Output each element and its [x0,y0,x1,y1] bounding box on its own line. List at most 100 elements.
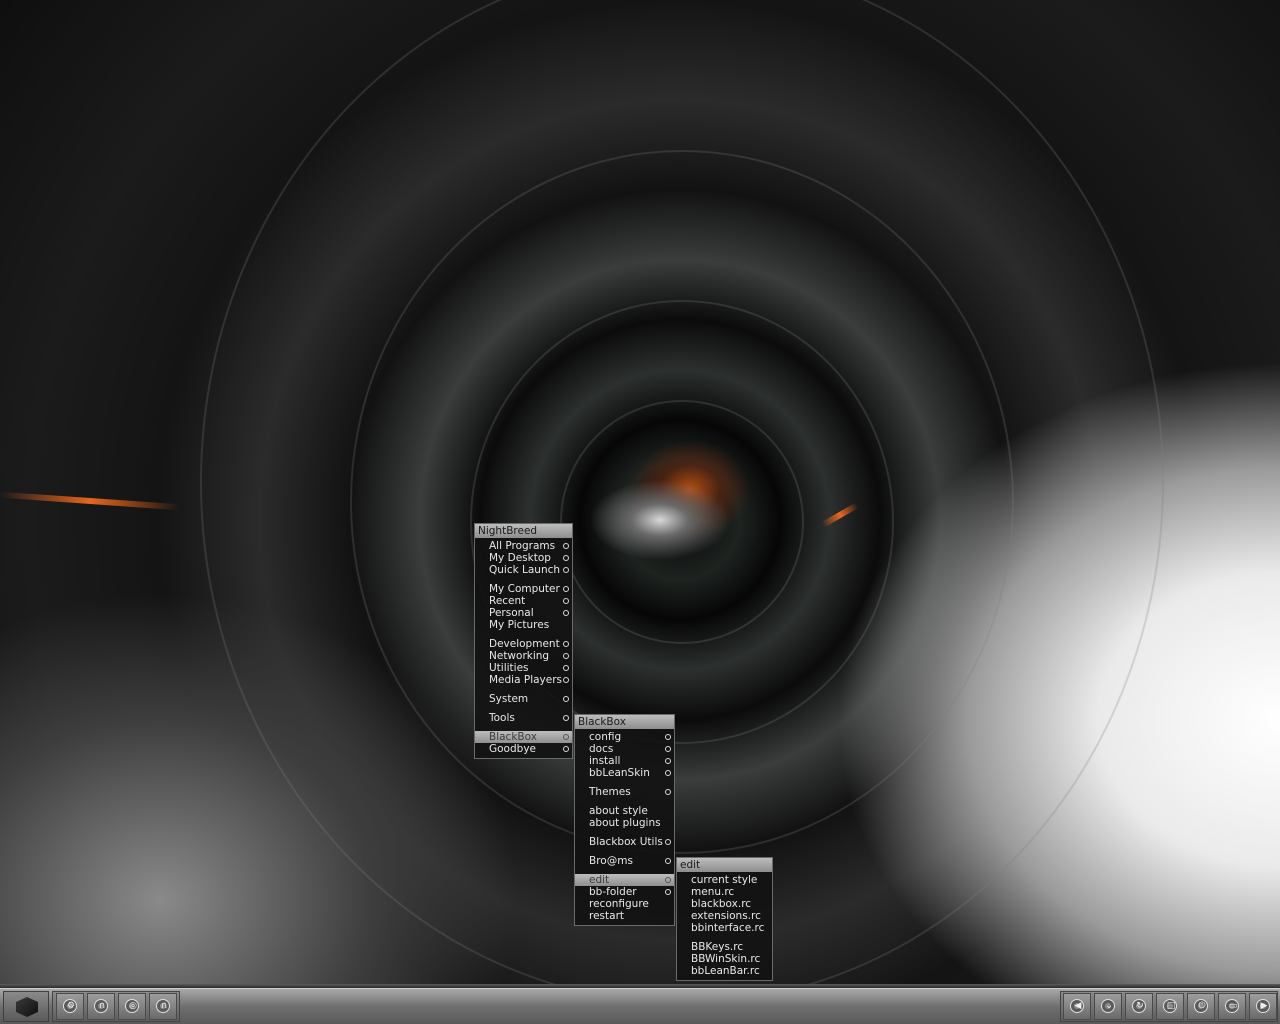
menu-item-bb-folder[interactable]: bb-folder [575,886,674,898]
submenu-arrow-icon [563,677,569,683]
menu-item-restart[interactable]: restart [575,910,674,922]
wallpaper-glow [0,491,180,511]
menu-item-docs[interactable]: docs [575,743,674,755]
menu-item-label: restart [589,910,625,922]
menu-item-label: reconfigure [589,898,649,910]
menu-item-my-pictures[interactable]: My Pictures [475,619,572,631]
monitor-icon-glyph: ▭ [1228,1001,1238,1011]
menu-separator [475,686,572,693]
menu-item-my-computer[interactable]: My Computer [475,583,572,595]
menu-item-current-style[interactable]: current style [677,874,772,886]
menu-item-bbleanbar-rc[interactable]: bbLeanBar.rc [677,965,772,977]
refresh-icon-glyph: ↻ [1136,1001,1144,1011]
menu-item-about-plugins[interactable]: about plugins [575,817,674,829]
menu-item-themes[interactable]: Themes [575,786,674,798]
menu-item-blackbox-utils[interactable]: Blackbox Utils [575,836,674,848]
root-menu: NightBreed All Programs My Desktop Quick L… [474,523,573,759]
menu-item-label: bbLeanSkin [589,767,650,779]
menu-item-label: My Pictures [489,619,550,631]
down-chevron-button[interactable]: ⌄ [1094,993,1122,1020]
menu-item-blackbox-rc[interactable]: blackbox.rc [677,898,772,910]
edit-submenu-body: current style menu.rc blackbox.rc extension… [677,872,772,980]
menu-item-development[interactable]: Development [475,638,572,650]
power-icon-glyph: ⏻ [1198,1001,1206,1011]
wallpaper-ring [560,400,804,644]
menu-item-personal[interactable]: Personal [475,607,572,619]
menu-item-my-desktop[interactable]: My Desktop [475,552,572,564]
menu-item-bro-ms[interactable]: Bro@ms [575,855,674,867]
submenu-arrow-icon [665,734,671,740]
menu-item-label: menu.rc [691,886,735,898]
menu-item-all-programs[interactable]: All Programs [475,540,572,552]
arch-icon-glyph: ∩ [98,1001,106,1011]
arch-button[interactable]: ∩ [87,993,115,1020]
menu-item-extensions-rc[interactable]: extensions.rc [677,910,772,922]
left-button-group: ⚙ ∩ ◎ ∩ [52,991,180,1022]
menu-separator [677,934,772,941]
submenu-arrow-icon [665,770,671,776]
menu-item-label: Recent [489,595,526,607]
gear-button[interactable]: ⚙ [56,993,84,1020]
menu-item-label: edit [589,874,610,886]
play-forward-button[interactable]: ▶ [1249,993,1277,1020]
monitor-button[interactable]: ▭ [1218,993,1246,1020]
menu-item-media-players[interactable]: Media Players [475,674,572,686]
blackbox-cube-icon [16,997,38,1017]
headphones-button[interactable]: ∩ [149,993,177,1020]
menu-item-goodbye[interactable]: Goodbye [475,743,572,755]
root-menu-title[interactable]: NightBreed [475,524,572,538]
menu-item-label: about style [589,805,648,817]
menu-item-system[interactable]: System [475,693,572,705]
refresh-button[interactable]: ↻ [1125,993,1153,1020]
play-forward-icon-glyph: ▶ [1260,1001,1268,1011]
submenu-arrow-icon [563,543,569,549]
power-button[interactable]: ⏻ [1187,993,1215,1020]
menu-item-reconfigure[interactable]: reconfigure [575,898,674,910]
submenu-arrow-icon [665,839,671,845]
target-button[interactable]: ◎ [118,993,146,1020]
menu-item-label: All Programs [489,540,556,552]
menu-item-networking[interactable]: Networking [475,650,572,662]
submenu-arrow-icon [563,641,569,647]
menu-item-bbinterface-rc[interactable]: bbinterface.rc [677,922,772,934]
blackbox-submenu: BlackBox config docs install bbLeanSkin Them… [574,714,675,926]
submenu-arrow-icon [563,610,569,616]
submenu-arrow-icon [563,734,569,740]
menu-item-bbwinskin-rc[interactable]: BBWinSkin.rc [677,953,772,965]
menu-item-config[interactable]: config [575,731,674,743]
menu-item-label: Personal [489,607,534,619]
menu-item-label: My Computer [489,583,560,595]
window-button[interactable]: □ [1156,993,1184,1020]
menu-item-bbkeys-rc[interactable]: BBKeys.rc [677,941,772,953]
blackbox-submenu-body: config docs install bbLeanSkin Themes about s… [575,729,674,925]
menu-item-label: Quick Launch [489,564,561,576]
blackbox-submenu-title[interactable]: BlackBox [575,715,674,729]
menu-item-install[interactable]: install [575,755,674,767]
menu-item-utilities[interactable]: Utilities [475,662,572,674]
menu-item-quick-launch[interactable]: Quick Launch [475,564,572,576]
rewind-button[interactable]: ◀ [1063,993,1091,1020]
edit-submenu: edit current style menu.rc blackbox.rc exte… [676,857,773,981]
menu-item-label: Goodbye [489,743,536,755]
menu-item-label: install [589,755,621,767]
menu-item-edit[interactable]: edit [575,874,674,886]
menu-item-label: Themes [589,786,631,798]
menu-item-label: docs [589,743,614,755]
menu-item-tools[interactable]: Tools [475,712,572,724]
menu-item-label: System [489,693,529,705]
taskbar: ⚙ ∩ ◎ ∩ ◀ ⌄ ↻ □ ⏻ ▭ ▶ [0,988,1280,1024]
menu-item-recent[interactable]: Recent [475,595,572,607]
menu-item-label: bb-folder [589,886,637,898]
menu-item-about-style[interactable]: about style [575,805,674,817]
menu-item-label: blackbox.rc [691,898,752,910]
submenu-arrow-icon [665,889,671,895]
submenu-arrow-icon [563,567,569,573]
start-menu-button[interactable] [3,991,49,1022]
menu-item-blackbox[interactable]: BlackBox [475,731,572,743]
menu-separator [575,779,674,786]
menu-item-label: BBKeys.rc [691,941,744,953]
edit-submenu-title[interactable]: edit [677,858,772,872]
menu-item-label: Media Players [489,674,563,686]
menu-item-menu-rc[interactable]: menu.rc [677,886,772,898]
menu-item-bbleanskin[interactable]: bbLeanSkin [575,767,674,779]
